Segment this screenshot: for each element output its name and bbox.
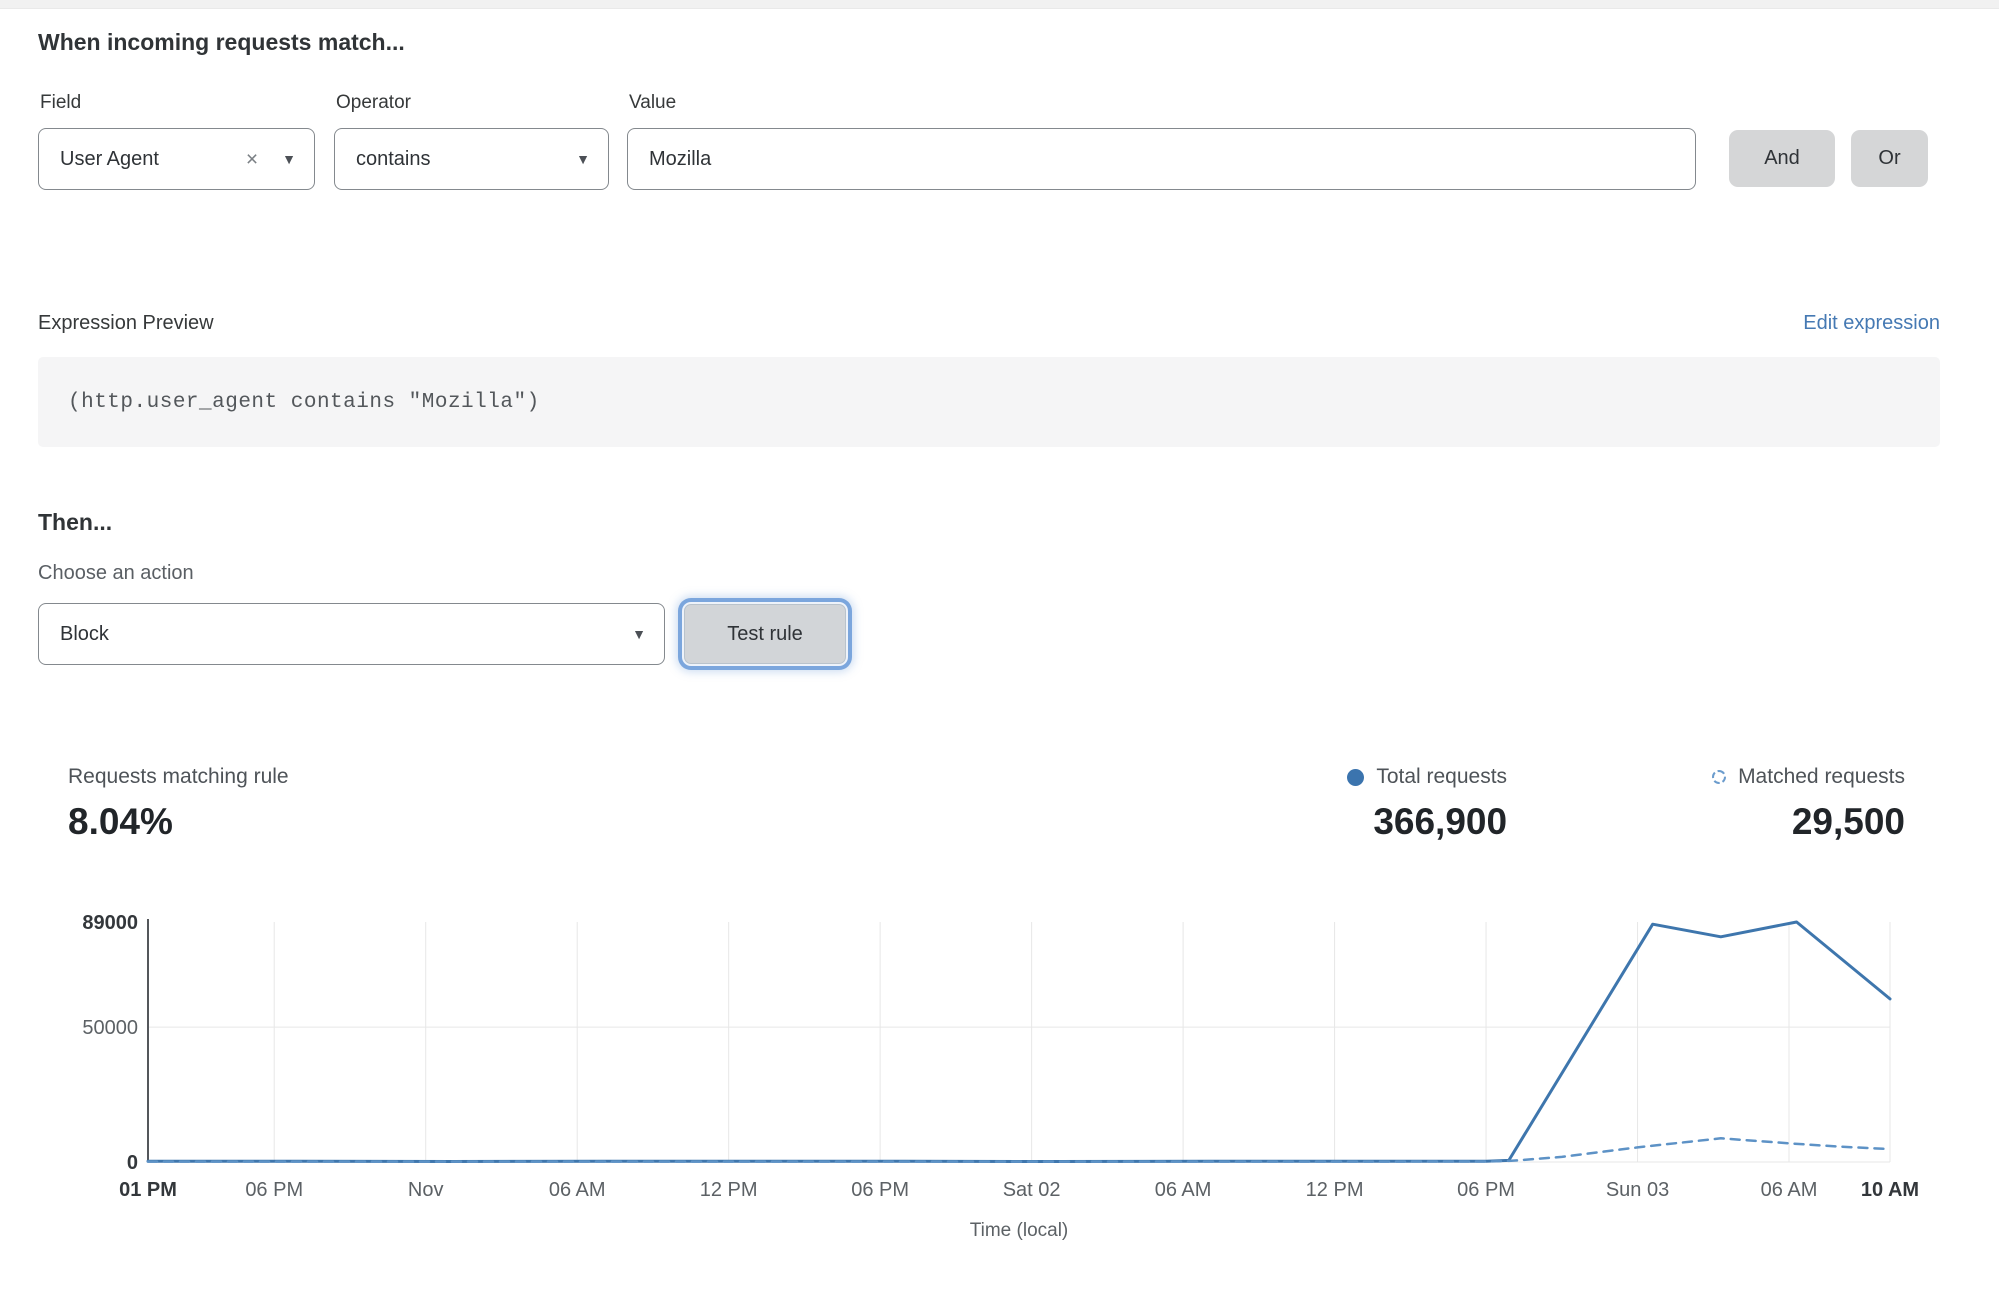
then-title: Then... (38, 509, 1940, 536)
edit-expression-link[interactable]: Edit expression (1803, 312, 1940, 335)
action-select[interactable]: Block ▼ (38, 603, 665, 665)
total-requests-label: Total requests (1376, 765, 1507, 789)
svg-text:Nov: Nov (408, 1179, 444, 1201)
svg-text:Sun 03: Sun 03 (1606, 1179, 1669, 1201)
svg-text:Time (local): Time (local) (970, 1220, 1069, 1241)
chevron-down-icon: ▼ (576, 152, 590, 166)
svg-text:50000: 50000 (82, 1017, 138, 1039)
field-select[interactable]: User Agent × ▼ (38, 128, 315, 190)
matched-requests-dashed-circle-icon (1712, 770, 1726, 784)
page-title: When incoming requests match... (38, 29, 1940, 56)
chevron-down-icon: ▼ (632, 627, 646, 641)
operator-label: Operator (336, 92, 609, 114)
choose-action-label: Choose an action (38, 562, 1940, 585)
svg-text:06 PM: 06 PM (245, 1179, 303, 1201)
total-requests-value: 366,900 (1347, 801, 1507, 843)
logic-buttons: And Or (1729, 130, 1928, 187)
value-input[interactable] (627, 128, 1696, 190)
total-requests-dot-icon (1347, 769, 1364, 786)
matching-rule-label: Requests matching rule (68, 765, 289, 789)
expression-code: (http.user_agent contains "Mozilla") (68, 391, 540, 414)
field-select-value: User Agent (60, 148, 159, 171)
svg-text:0: 0 (127, 1152, 138, 1174)
svg-text:06 AM: 06 AM (549, 1179, 606, 1201)
svg-text:06 AM: 06 AM (1761, 1179, 1818, 1201)
svg-text:Sat 02: Sat 02 (1003, 1179, 1061, 1201)
svg-text:12 PM: 12 PM (700, 1179, 758, 1201)
clear-field-icon[interactable]: × (242, 149, 262, 170)
svg-text:06 PM: 06 PM (851, 1179, 909, 1201)
svg-text:06 AM: 06 AM (1155, 1179, 1212, 1201)
value-label: Value (629, 92, 1696, 114)
expression-preview-box: (http.user_agent contains "Mozilla") (38, 357, 1940, 447)
svg-text:01 PM: 01 PM (119, 1179, 177, 1201)
rule-condition-row: Field User Agent × ▼ Operator contains ▼… (38, 56, 1940, 190)
requests-chart-svg: 89000 50000 0 01 PM 06 PM Nov 06 AM 12 PM 06 PM S… (0, 899, 1999, 1251)
field-label: Field (40, 92, 315, 114)
matched-requests-label: Matched requests (1738, 765, 1905, 789)
expression-preview-label: Expression Preview (38, 312, 214, 335)
test-rule-button[interactable]: Test rule (684, 604, 846, 664)
svg-text:12 PM: 12 PM (1306, 1179, 1364, 1201)
operator-select-value: contains (356, 148, 431, 171)
operator-select[interactable]: contains ▼ (334, 128, 609, 190)
section-divider (0, 0, 1999, 9)
svg-text:89000: 89000 (82, 912, 138, 934)
chevron-down-icon: ▼ (282, 152, 296, 166)
svg-text:10 AM: 10 AM (1861, 1179, 1919, 1201)
or-button[interactable]: Or (1851, 130, 1928, 187)
matching-rule-value: 8.04% (68, 801, 289, 843)
and-button[interactable]: And (1729, 130, 1835, 187)
svg-text:06 PM: 06 PM (1457, 1179, 1515, 1201)
requests-chart: 89000 50000 0 01 PM 06 PM Nov 06 AM 12 PM 06 PM S… (0, 899, 1999, 1256)
matched-requests-value: 29,500 (1712, 801, 1905, 843)
action-select-value: Block (60, 623, 109, 646)
stats-row: Requests matching rule 8.04% Total reque… (38, 765, 1940, 843)
